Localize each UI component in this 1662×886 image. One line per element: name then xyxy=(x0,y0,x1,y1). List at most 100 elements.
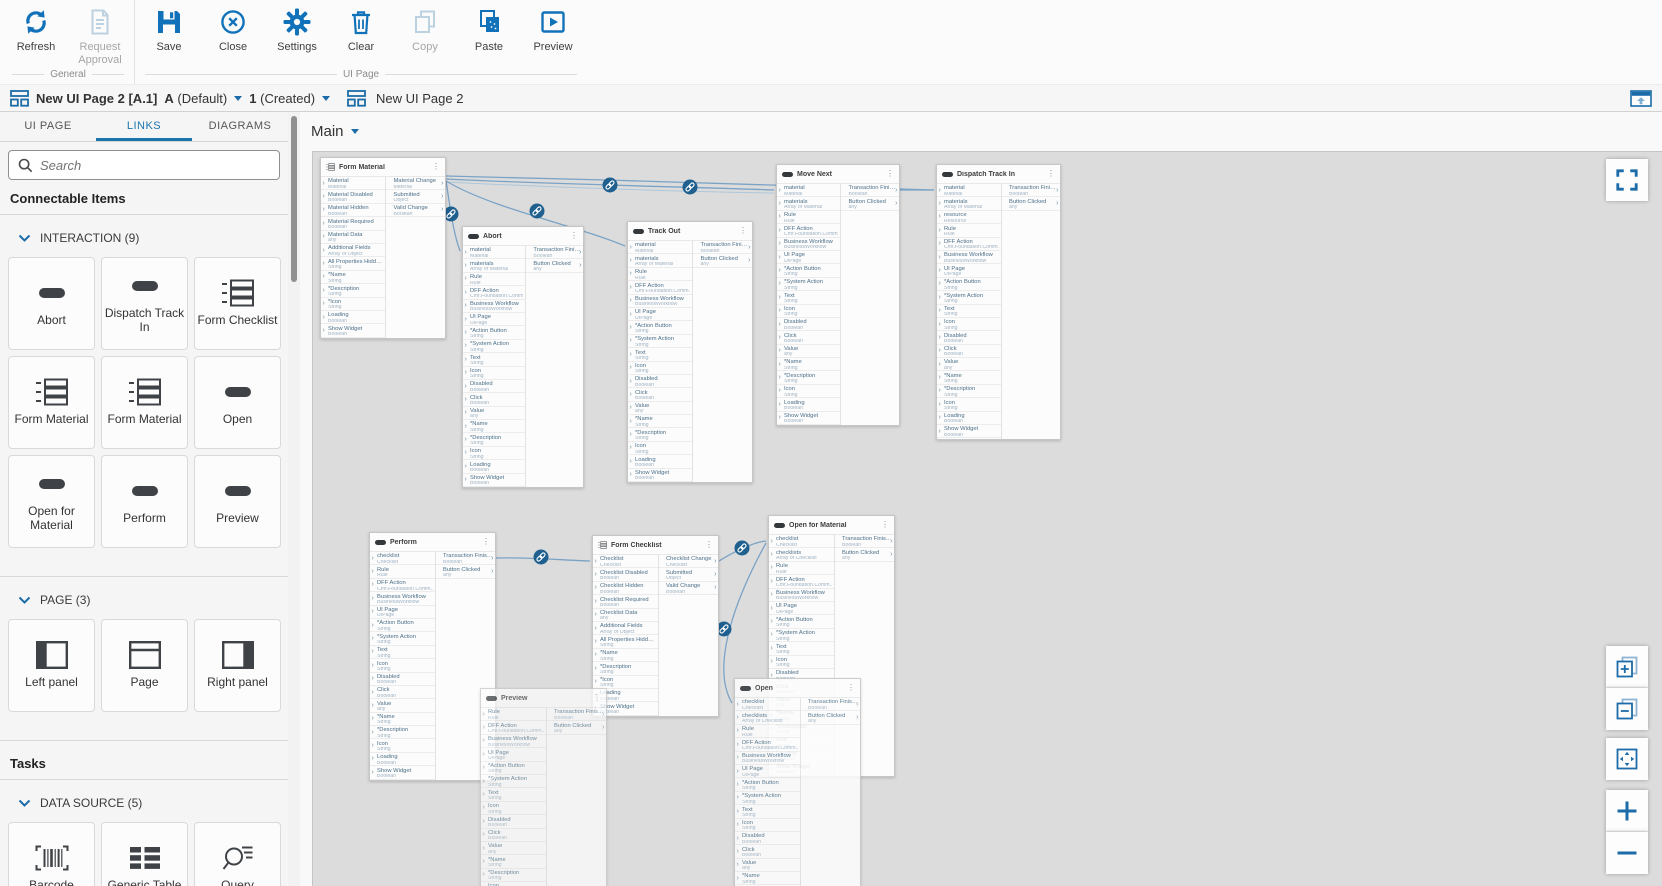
node-port-row[interactable]: ›Show WidgetBoolean xyxy=(937,425,1001,439)
node-port-row[interactable]: › *Action Button String xyxy=(370,619,435,633)
input-port-icon[interactable]: › xyxy=(630,311,632,318)
link-badge[interactable] xyxy=(533,549,549,565)
node-port-row[interactable]: ›*NameString xyxy=(735,872,800,886)
node-port-row[interactable]: ›*NameString xyxy=(463,420,526,434)
input-port-icon[interactable]: › xyxy=(939,401,941,408)
node-port-row[interactable]: ›*NameString xyxy=(628,415,693,429)
output-port-icon[interactable]: › xyxy=(602,711,604,718)
input-port-icon[interactable]: › xyxy=(483,845,485,852)
close-button[interactable]: Close xyxy=(201,7,265,54)
input-port-icon[interactable]: › xyxy=(465,409,467,416)
node-port-row[interactable]: › DFF Action Cmf.Foundation.Comm... xyxy=(370,579,435,593)
input-port-icon[interactable]: › xyxy=(465,289,467,296)
output-port-icon[interactable]: › xyxy=(491,568,493,575)
node-port-row[interactable]: › Button Clicked any xyxy=(436,565,495,579)
version-selector[interactable]: 1 (Created) xyxy=(249,91,315,106)
node-port-row[interactable]: ›*NameString xyxy=(481,855,546,869)
input-port-icon[interactable]: › xyxy=(595,665,597,672)
input-port-icon[interactable]: › xyxy=(483,724,485,731)
input-port-icon[interactable]: › xyxy=(779,227,781,234)
input-port-icon[interactable]: › xyxy=(595,584,597,591)
node-port-row[interactable]: › Rule Rule xyxy=(937,224,1001,238)
node-port-row[interactable]: ›*NameString xyxy=(370,713,435,727)
node-port-row[interactable]: ›Valueany xyxy=(481,842,546,856)
input-port-icon[interactable]: › xyxy=(630,458,632,465)
node-port-row[interactable]: › UI Page UIPage xyxy=(628,308,693,322)
node-form-material[interactable]: Form Material ⋮ › Material Material › Material… xyxy=(320,157,446,339)
node-port-row[interactable]: ›IconString xyxy=(481,882,546,886)
node-port-row[interactable]: › Additional Fields Array of Object xyxy=(593,622,658,636)
input-port-icon[interactable]: › xyxy=(939,374,941,381)
palette-item-preview[interactable]: Preview xyxy=(194,455,281,548)
chevron-down-icon[interactable] xyxy=(350,129,359,134)
input-port-icon[interactable]: › xyxy=(630,364,632,371)
input-port-icon[interactable]: › xyxy=(737,848,739,855)
node-port-row[interactable]: ›*NameString xyxy=(593,649,658,663)
palette-item-query[interactable]: Query xyxy=(194,822,281,886)
node-port-row[interactable]: › *System Action String xyxy=(628,335,693,349)
settings-button[interactable]: Settings xyxy=(265,7,329,54)
input-port-icon[interactable]: › xyxy=(323,220,325,227)
node-port-row[interactable]: › checklists Array of Checklist xyxy=(769,548,834,562)
node-port-row[interactable]: ›IconString xyxy=(481,802,546,816)
node-port-row[interactable]: ›Valueany xyxy=(937,358,1001,372)
node-port-row[interactable]: › Business Workflow BusinessWorkflow xyxy=(463,300,526,313)
link-badge[interactable] xyxy=(602,177,618,193)
input-port-icon[interactable]: › xyxy=(323,247,325,254)
input-port-icon[interactable]: › xyxy=(771,564,773,571)
node-menu-icon[interactable]: ⋮ xyxy=(739,227,747,235)
node-port-row[interactable]: ›Transaction FinishedBoolean xyxy=(693,241,752,255)
node-abort[interactable]: Abort ⋮ › material Material › materials Array o… xyxy=(462,226,584,489)
palette-item-abort[interactable]: Abort xyxy=(8,257,95,350)
input-port-icon[interactable]: › xyxy=(465,383,467,390)
node-port-row[interactable]: › checklist Checklist xyxy=(370,552,435,566)
input-port-icon[interactable]: › xyxy=(595,611,597,618)
scrollbar-thumb[interactable] xyxy=(291,116,297,282)
input-port-icon[interactable]: › xyxy=(323,233,325,240)
input-port-icon[interactable]: › xyxy=(779,240,781,247)
input-port-icon[interactable]: › xyxy=(737,861,739,868)
node-port-row[interactable]: ›Transaction FinishedBoolean xyxy=(547,708,606,722)
node-menu-icon[interactable]: ⋮ xyxy=(432,163,440,171)
input-port-icon[interactable]: › xyxy=(939,334,941,341)
node-header[interactable]: Form Checklist ⋮ xyxy=(593,536,718,555)
node-menu-icon[interactable]: ⋮ xyxy=(886,170,894,178)
node-port-row[interactable]: › Business Workflow BusinessWorkflow xyxy=(735,752,800,765)
input-port-icon[interactable]: › xyxy=(771,591,773,598)
input-port-icon[interactable]: › xyxy=(372,742,374,749)
node-port-row[interactable]: ›Valueany xyxy=(370,699,435,713)
node-port-row[interactable]: › Button Clicked any xyxy=(693,254,752,268)
preview-button[interactable]: Preview xyxy=(521,7,585,54)
node-port-row[interactable]: › UI Page UIPage xyxy=(370,606,435,619)
node-port-row[interactable]: › Checklist Disabled Boolean xyxy=(593,568,658,582)
node-port-row[interactable]: ›All Properties Hidden M...String xyxy=(321,257,386,271)
node-port-row[interactable]: › Button Clicked any xyxy=(835,548,894,562)
node-port-row[interactable]: › materials Array of Material xyxy=(463,259,526,273)
output-port-icon[interactable]: › xyxy=(895,187,897,194)
node-header[interactable]: Move Next ⋮ xyxy=(777,165,899,184)
paste-button[interactable]: Paste xyxy=(457,7,521,54)
node-port-row[interactable]: › *Action Button String xyxy=(937,278,1001,292)
input-port-icon[interactable]: › xyxy=(372,675,374,682)
input-port-icon[interactable]: › xyxy=(939,187,941,194)
fit-view-button[interactable] xyxy=(1606,738,1648,780)
node-port-row[interactable]: ›ClickBoolean xyxy=(463,393,526,407)
node-move-next[interactable]: Move Next ⋮ › material Material › materials Arr… xyxy=(776,164,900,427)
node-port-row[interactable]: › Business Workflow BusinessWorkflow xyxy=(937,251,1001,265)
node-port-row[interactable]: ›IconString xyxy=(735,819,800,832)
node-port-row[interactable]: ›IconString xyxy=(628,442,693,456)
node-port-row[interactable]: › Material Required Boolean xyxy=(321,217,386,231)
input-port-icon[interactable]: › xyxy=(630,244,632,251)
node-port-row[interactable]: ›IconString xyxy=(937,398,1001,412)
input-port-icon[interactable]: › xyxy=(939,213,941,220)
input-port-icon[interactable]: › xyxy=(372,662,374,669)
node-port-row[interactable]: › material Material xyxy=(777,184,841,198)
node-port-row[interactable]: › Text String xyxy=(463,353,526,367)
node-port-row[interactable]: ›IconString xyxy=(777,385,841,399)
input-port-icon[interactable]: › xyxy=(737,781,739,788)
node-port-row[interactable]: › Rule Rule xyxy=(463,273,526,287)
input-port-icon[interactable]: › xyxy=(465,262,467,269)
node-port-row[interactable]: ›Valueany xyxy=(777,345,841,359)
output-port-icon[interactable]: › xyxy=(714,584,716,591)
input-port-icon[interactable]: › xyxy=(465,476,467,483)
